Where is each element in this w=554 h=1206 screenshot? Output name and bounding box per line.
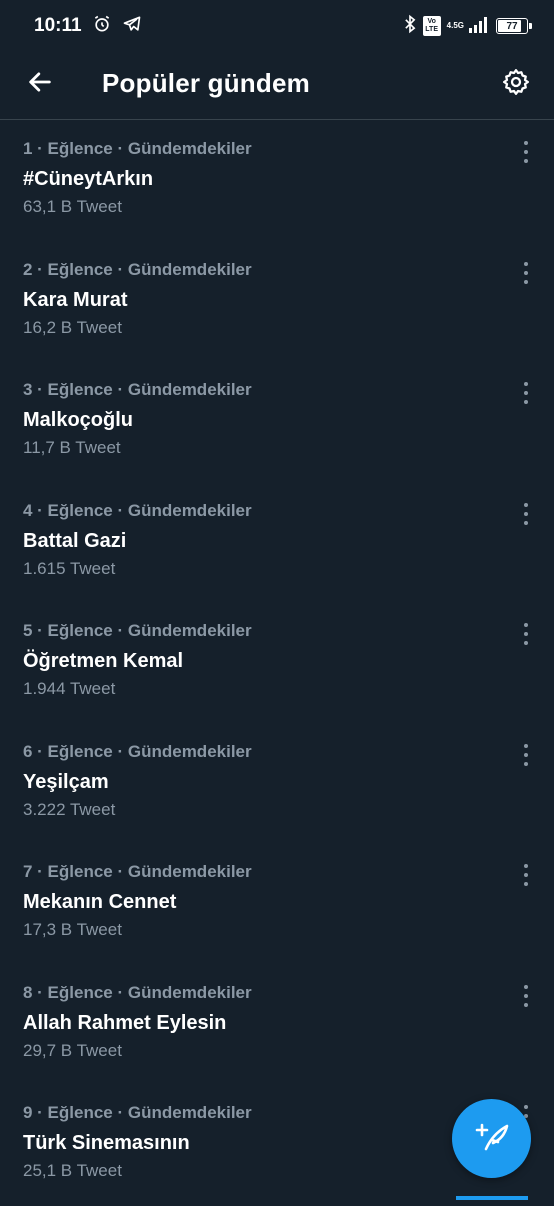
- telegram-icon: [122, 14, 142, 39]
- trend-list: 1 · Eğlence · Gündemdekiler #CüneytArkın…: [0, 121, 554, 1206]
- trend-meta: 1 · Eğlence · Gündemdekiler: [23, 139, 252, 158]
- trend-meta: 8 · Eğlence · Gündemdekiler: [23, 982, 252, 1002]
- trend-name: Türk Sinemasının: [23, 1132, 190, 1154]
- volte-badge: Vo LTE: [422, 16, 441, 36]
- trend-item[interactable]: 5 · Eğlence · Gündemdekiler Öğretmen Kem…: [0, 603, 554, 724]
- volte-badge-top: Vo: [427, 18, 436, 25]
- more-options-button[interactable]: [516, 984, 536, 1007]
- volte-badge-bottom: LTE: [425, 26, 438, 33]
- compose-tweet-button[interactable]: [452, 1099, 531, 1178]
- trend-name: Yeşilçam: [23, 770, 109, 793]
- app-header: Popüler gündem: [0, 52, 554, 120]
- trend-item[interactable]: 2 · Eğlence · Gündemdekiler Kara Murat 1…: [0, 242, 554, 363]
- trend-meta: 3 · Eğlence · Gündemdekiler: [23, 380, 252, 399]
- trend-name: Battal Gazi: [23, 529, 127, 552]
- trend-meta: 6 · Eğlence · Gündemdekiler: [23, 741, 252, 761]
- trend-count: 25,1 B Tweet: [23, 1161, 122, 1180]
- status-time: 10:11: [34, 15, 82, 36]
- trend-count: 1.615 Tweet: [23, 558, 116, 578]
- trend-meta: 7 · Eğlence · Gündemdekiler: [23, 862, 252, 881]
- trend-meta: 5 · Eğlence · Gündemdekiler: [23, 621, 252, 640]
- trend-count: 17,3 B Tweet: [23, 920, 122, 939]
- network-type: 4.5G: [446, 21, 464, 30]
- alarm-icon: [92, 14, 112, 39]
- more-options-button[interactable]: [516, 743, 536, 766]
- trend-meta: 9 · Eğlence · Gündemdekiler: [23, 1103, 252, 1122]
- trend-name: Malkoçoğlu: [23, 409, 134, 431]
- trend-count: 3.222 Tweet: [23, 799, 116, 819]
- compose-tweet-icon: [472, 1116, 512, 1161]
- trend-meta: 2 · Eğlence · Gündemdekiler: [23, 259, 252, 279]
- battery-level: 77: [506, 20, 518, 32]
- more-options-button[interactable]: [516, 623, 536, 645]
- trend-name: Öğretmen Kemal: [23, 650, 184, 672]
- page-title: Popüler gündem: [102, 68, 310, 98]
- battery-indicator: 77: [496, 18, 532, 34]
- trend-name: #CüneytArkın: [23, 168, 154, 190]
- status-right: Vo LTE 4.5G 77: [403, 14, 532, 39]
- more-options-button[interactable]: [516, 141, 536, 163]
- trend-count: 29,7 B Tweet: [23, 1040, 122, 1060]
- more-options-button[interactable]: [516, 502, 536, 525]
- more-options-button[interactable]: [516, 864, 536, 886]
- trend-item[interactable]: 8 · Eğlence · Gündemdekiler Allah Rahmet…: [0, 965, 554, 1086]
- settings-button[interactable]: [496, 64, 536, 104]
- more-options-button[interactable]: [516, 382, 536, 404]
- arrow-left-icon: [26, 68, 54, 101]
- trend-count: 1.944 Tweet: [23, 679, 116, 698]
- status-bar: 10:11 Vo LTE 4.5G 77: [0, 0, 554, 52]
- trend-meta: 4 · Eğlence · Gündemdekiler: [23, 500, 252, 520]
- trend-item[interactable]: 7 · Eğlence · Gündemdekiler Mekanın Cenn…: [0, 844, 554, 965]
- trend-name: Allah Rahmet Eylesin: [23, 1011, 227, 1034]
- back-button[interactable]: [22, 66, 58, 102]
- trend-count: 11,7 B Tweet: [23, 438, 121, 457]
- bluetooth-icon: [403, 14, 417, 39]
- more-options-button[interactable]: [516, 261, 536, 284]
- trend-name: Mekanın Cennet: [23, 891, 177, 913]
- trend-count: 63,1 B Tweet: [23, 197, 122, 216]
- trend-count: 16,2 B Tweet: [23, 317, 122, 337]
- trend-item[interactable]: 4 · Eğlence · Gündemdekiler Battal Gazi …: [0, 483, 554, 604]
- trend-item[interactable]: 6 · Eğlence · Gündemdekiler Yeşilçam 3.2…: [0, 724, 554, 845]
- bottom-accent-strip: [456, 1196, 528, 1200]
- status-left: 10:11: [34, 14, 142, 39]
- gear-icon: [501, 67, 531, 102]
- trend-name: Kara Murat: [23, 288, 128, 311]
- trend-item[interactable]: 1 · Eğlence · Gündemdekiler #CüneytArkın…: [0, 121, 554, 242]
- signal-icon: [468, 15, 490, 38]
- trend-item[interactable]: 3 · Eğlence · Gündemdekiler Malkoçoğlu 1…: [0, 362, 554, 483]
